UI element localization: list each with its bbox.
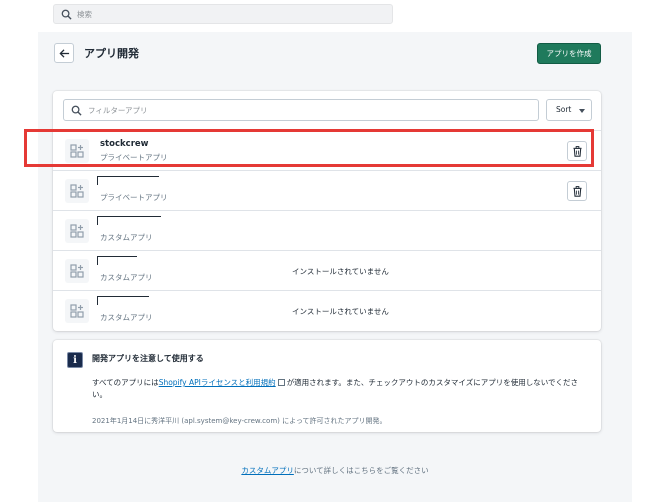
global-search-input[interactable]: 検索 xyxy=(53,4,393,24)
app-icon xyxy=(65,259,89,283)
delete-app-button[interactable] xyxy=(567,181,587,201)
global-search-placeholder: 検索 xyxy=(77,10,92,19)
apps-add-icon xyxy=(70,304,84,318)
app-row[interactable]: プライベートアプリ xyxy=(53,170,601,210)
apps-add-icon xyxy=(70,264,84,278)
search-icon xyxy=(71,105,82,116)
app-icon xyxy=(65,179,89,203)
create-app-button[interactable]: アプリを作成 xyxy=(537,43,601,64)
install-status: インストールされていません xyxy=(292,267,389,276)
sort-button[interactable]: Sort xyxy=(546,99,592,121)
apps-add-icon xyxy=(70,224,84,238)
app-type: カスタムアプリ xyxy=(100,273,153,282)
api-license-link[interactable]: Shopify APIライセンスと利用規約 xyxy=(159,378,276,387)
back-button[interactable] xyxy=(54,43,74,63)
main-content: アプリ開発 アプリを作成 フィルターアプリ Sort stockcrew プライ… xyxy=(38,32,632,502)
highlight-box xyxy=(24,129,594,167)
app-row[interactable]: カスタムアプリ インストールされていません xyxy=(53,290,601,330)
warning-body: すべてのアプリにはShopify APIライセンスと利用規約 が適用されます。また… xyxy=(92,377,592,401)
app-row[interactable]: カスタムアプリ xyxy=(53,210,601,250)
apps-add-icon xyxy=(70,184,84,198)
authorization-note: 2021年1月14日に秀洋平川 (apl.system@key-crew.com… xyxy=(92,417,387,425)
app-name-redacted[interactable] xyxy=(97,216,161,225)
custom-apps-link[interactable]: カスタムアプリ xyxy=(241,466,294,475)
info-icon: i xyxy=(67,352,83,368)
app-row[interactable]: カスタムアプリ インストールされていません xyxy=(53,250,601,290)
warning-title: 開発アプリを注意して使用する xyxy=(92,354,204,363)
app-name-redacted[interactable] xyxy=(97,296,149,305)
caret-down-icon xyxy=(579,109,585,113)
arrow-left-icon xyxy=(59,49,70,58)
app-type: カスタムアプリ xyxy=(100,233,153,242)
app-name-redacted[interactable] xyxy=(97,176,159,185)
apps-card: フィルターアプリ Sort stockcrew プライベートアプリ プライベート… xyxy=(53,91,601,331)
dev-apps-warning-card: i 開発アプリを注意して使用する すべてのアプリにはShopify APIライセ… xyxy=(53,340,601,432)
filter-placeholder: フィルターアプリ xyxy=(88,106,148,115)
app-type: カスタムアプリ xyxy=(100,313,153,322)
trash-icon xyxy=(573,186,582,197)
app-name-redacted[interactable] xyxy=(97,256,137,265)
warning-body-prefix: すべてのアプリには xyxy=(92,378,159,387)
learn-more-note: カスタムアプリについて詳しくはこちらをご覧ください xyxy=(38,465,632,476)
app-icon xyxy=(65,219,89,243)
app-icon xyxy=(65,299,89,323)
external-link-icon xyxy=(277,379,285,386)
top-bar: 検索 xyxy=(0,0,670,32)
install-status: インストールされていません xyxy=(292,307,389,316)
learn-more-suffix: について詳しくはこちらをご覧ください xyxy=(293,466,429,475)
app-type: プライベートアプリ xyxy=(100,193,168,202)
page-title: アプリ開発 xyxy=(84,47,139,60)
filter-apps-input[interactable]: フィルターアプリ xyxy=(63,99,539,121)
search-icon xyxy=(61,9,72,20)
sort-label: Sort xyxy=(556,105,572,114)
